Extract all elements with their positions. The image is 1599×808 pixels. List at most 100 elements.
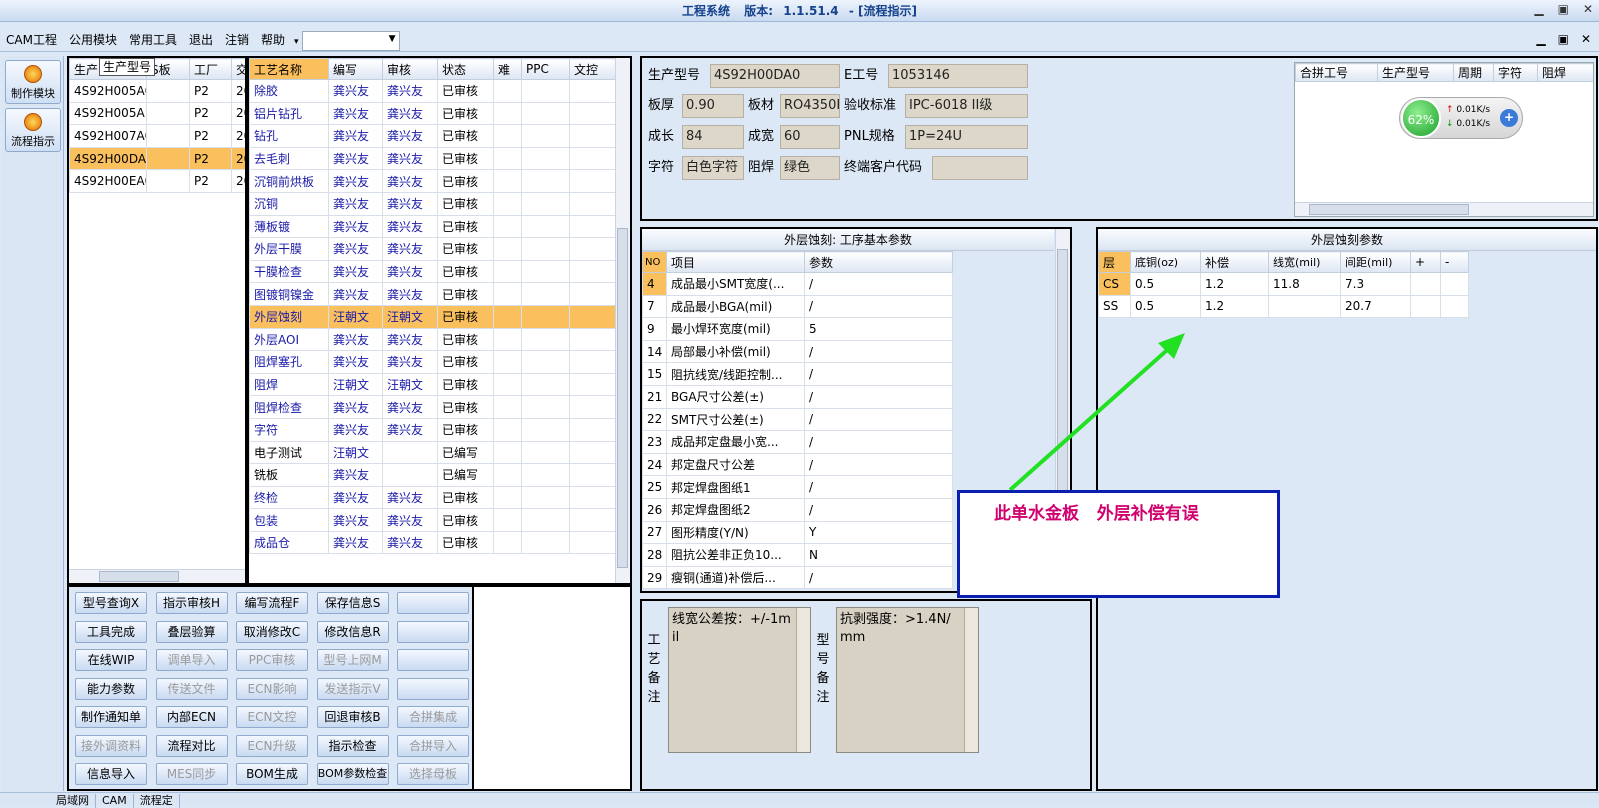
process-col-name[interactable]: 工艺名称 bbox=[249, 58, 329, 80]
mdi-restore-icon[interactable]: ▣ bbox=[1558, 32, 1569, 46]
menu-help[interactable]: 帮助 bbox=[255, 28, 291, 52]
merge-col-char[interactable]: 字符 bbox=[1493, 63, 1538, 82]
restore-icon[interactable]: ▣ bbox=[1558, 2, 1569, 16]
side-make-module-button[interactable]: 制作模块 bbox=[5, 60, 61, 104]
menu-combo[interactable]: ▼ bbox=[301, 30, 400, 51]
etch-col-item[interactable]: 项目 bbox=[666, 251, 805, 273]
network-plus-icon[interactable]: + bbox=[1500, 109, 1518, 127]
outer-col-compensation[interactable]: 补偿 bbox=[1200, 251, 1269, 273]
table-row[interactable]: 29 瘦铜(通道)补偿后... / bbox=[642, 565, 953, 590]
table-row[interactable]: 26 邦定焊盘图纸2/ bbox=[642, 497, 953, 522]
model-note-scrollbar[interactable] bbox=[964, 608, 978, 752]
action-button-6-4[interactable]: 选择母板 bbox=[397, 763, 469, 785]
action-button-1-4[interactable] bbox=[397, 620, 469, 643]
action-button-5-2[interactable]: ECN升级 bbox=[236, 734, 308, 757]
action-button-6-1[interactable]: MES同步 bbox=[155, 763, 228, 785]
action-button-0-0[interactable]: 型号查询X bbox=[75, 592, 147, 614]
action-button-0-4[interactable] bbox=[397, 592, 469, 614]
action-button-3-3[interactable]: 发送指示V bbox=[316, 677, 389, 700]
table-row[interactable]: 阻焊检查 龚兴友 龚兴友 已审核 bbox=[249, 395, 616, 419]
menu-exit[interactable]: 退出 bbox=[183, 28, 219, 52]
table-row[interactable]: 7 成品最小BGA(mil) / bbox=[642, 294, 953, 319]
table-row[interactable]: 铝片钻孔 龚兴友 龚兴友 已审核 bbox=[249, 101, 616, 126]
table-row[interactable]: 外层干膜 龚兴友 龚兴友 已审核 bbox=[249, 237, 616, 261]
table-row[interactable]: 21 BGA尺寸公差(±) / bbox=[642, 384, 953, 409]
table-row[interactable]: 外层蚀刻 汪朝文 汪朝文 已审核 bbox=[249, 304, 616, 329]
table-row[interactable]: 28 阻抗公差非正负10... N bbox=[642, 543, 953, 567]
table-row[interactable]: 干膜检查 龚兴友 龚兴友 已审核 bbox=[249, 259, 616, 284]
table-row[interactable]: 沉铜 龚兴友 龚兴友 已审核 bbox=[249, 191, 616, 216]
table-row[interactable]: 薄板镀 龚兴友 龚兴友 已审核 bbox=[249, 214, 616, 239]
action-button-4-2[interactable]: ECN文控 bbox=[236, 706, 308, 728]
etch-col-param[interactable]: 参数 bbox=[804, 251, 953, 273]
action-button-2-4[interactable] bbox=[397, 649, 469, 671]
outer-col-base-copper[interactable]: 底铜(oz) bbox=[1130, 251, 1201, 273]
outer-col-plus[interactable]: + bbox=[1410, 251, 1441, 273]
action-button-4-3[interactable]: 回退审核B bbox=[316, 706, 389, 728]
action-button-4-0[interactable]: 制作通知单 bbox=[75, 706, 147, 728]
merge-col-model[interactable]: 生产型号 bbox=[1377, 63, 1454, 82]
table-row[interactable]: 图镀铜镍金 龚兴友 龚兴友 已审核 bbox=[249, 282, 616, 306]
table-row[interactable]: 包装 龚兴友 龚兴友 已审核 bbox=[249, 508, 616, 532]
table-row[interactable]: 4S92H007A0 P220 bbox=[69, 124, 245, 148]
table-row[interactable]: 4S92H00EA0 P220 bbox=[69, 169, 245, 193]
table-row[interactable]: 终检 龚兴友 龚兴友 已审核 bbox=[249, 485, 616, 510]
table-row[interactable]: 27 图形精度(Y/N) Y bbox=[642, 520, 953, 545]
minimize-icon[interactable]: ▁ bbox=[1534, 2, 1543, 16]
table-row[interactable]: 电子测试 汪朝文 已编写 bbox=[249, 440, 616, 465]
table-row[interactable]: 23 成品邦定盘最小宽... / bbox=[642, 430, 953, 454]
action-button-1-1[interactable]: 叠层验算 bbox=[155, 620, 228, 643]
table-row[interactable]: 字符 龚兴友 龚兴友 已审核 bbox=[249, 417, 616, 442]
action-button-0-3[interactable]: 保存信息S bbox=[316, 592, 389, 614]
action-button-0-2[interactable]: 编写流程F bbox=[236, 592, 308, 614]
action-button-6-3[interactable]: BOM参数检查 bbox=[316, 763, 389, 785]
etch-col-no[interactable]: NO bbox=[642, 251, 667, 273]
process-col-difficulty[interactable]: 难 bbox=[493, 58, 522, 80]
model-note-text[interactable]: 抗剥强度：>1.4N/mm bbox=[836, 607, 979, 753]
merge-hscroll[interactable] bbox=[1295, 202, 1593, 216]
table-row[interactable]: CS 0.5 1.2 11.8 7.3 bbox=[1098, 272, 1469, 296]
action-button-2-1[interactable]: 调单导入 bbox=[155, 649, 228, 671]
side-process-button[interactable]: 流程指示 bbox=[5, 108, 61, 152]
outer-col-spacing[interactable]: 间距(mil) bbox=[1340, 251, 1411, 273]
process-col-writer[interactable]: 编写 bbox=[328, 58, 383, 80]
table-row[interactable]: 14 局部最小补偿(mil) / bbox=[642, 339, 953, 364]
close-icon[interactable]: ✕ bbox=[1583, 2, 1593, 16]
table-row[interactable]: 除胶 龚兴友 龚兴友 已审核 bbox=[249, 79, 616, 103]
menu-overflow-icon[interactable]: ▾ bbox=[291, 30, 302, 54]
process-col-ppc[interactable]: PPC bbox=[521, 58, 570, 80]
action-button-2-3[interactable]: 型号上网M bbox=[316, 649, 389, 671]
mdi-close-icon[interactable]: ✕ bbox=[1581, 32, 1591, 46]
action-button-1-0[interactable]: 工具完成 bbox=[75, 620, 147, 643]
menu-common-module[interactable]: 公用模块 bbox=[63, 28, 123, 52]
action-button-0-1[interactable]: 指示审核H bbox=[155, 592, 228, 614]
action-button-3-0[interactable]: 能力参数 bbox=[75, 677, 147, 700]
table-row[interactable]: 24 邦定盘尺寸公差 / bbox=[642, 452, 953, 477]
action-button-3-2[interactable]: ECN影响 bbox=[236, 677, 308, 700]
table-row[interactable]: 25 邦定焊盘图纸1/ bbox=[642, 475, 953, 499]
action-button-1-3[interactable]: 修改信息R bbox=[316, 620, 389, 643]
outer-col-layer[interactable]: 层 bbox=[1098, 251, 1131, 273]
table-row[interactable]: 钻孔 龚兴友 龚兴友 已审核 bbox=[249, 124, 616, 148]
model-col-factory[interactable]: 工厂 bbox=[189, 58, 232, 80]
process-col-doc[interactable]: 文控 bbox=[569, 58, 616, 80]
action-button-6-0[interactable]: 信息导入 bbox=[75, 763, 147, 785]
table-row[interactable]: SS 0.5 1.2 20.7 bbox=[1098, 294, 1469, 319]
action-button-1-2[interactable]: 取消修改C bbox=[236, 620, 308, 643]
table-row[interactable]: 成品仓 龚兴友 龚兴友 已审核 bbox=[249, 530, 616, 555]
table-row[interactable]: 铣板 龚兴友 已编写 bbox=[249, 463, 616, 487]
process-note-scrollbar[interactable] bbox=[796, 608, 810, 752]
mdi-minimize-icon[interactable]: ▁ bbox=[1536, 32, 1545, 46]
table-row[interactable]: 阻焊塞孔 龚兴友 龚兴友 已审核 bbox=[249, 350, 616, 374]
table-row[interactable]: 去毛刺 龚兴友 龚兴友 已审核 bbox=[249, 146, 616, 171]
merge-col-cycle[interactable]: 周期 bbox=[1453, 63, 1494, 82]
process-vscroll[interactable] bbox=[615, 58, 630, 583]
menu-tools[interactable]: 常用工具 bbox=[123, 28, 183, 52]
action-button-4-4[interactable]: 合拼集成 bbox=[397, 706, 469, 728]
action-button-3-1[interactable]: 传送文件 bbox=[155, 677, 228, 700]
action-button-2-2[interactable]: PPC审核 bbox=[236, 649, 308, 671]
table-row[interactable]: 4 成品最小SMT宽度(... / bbox=[642, 272, 953, 296]
table-row[interactable]: 4S92H005A0 P220 bbox=[69, 79, 245, 103]
model-hscroll[interactable] bbox=[69, 569, 245, 583]
table-row[interactable]: 9 最小焊环宽度(mil) 5 bbox=[642, 317, 953, 341]
